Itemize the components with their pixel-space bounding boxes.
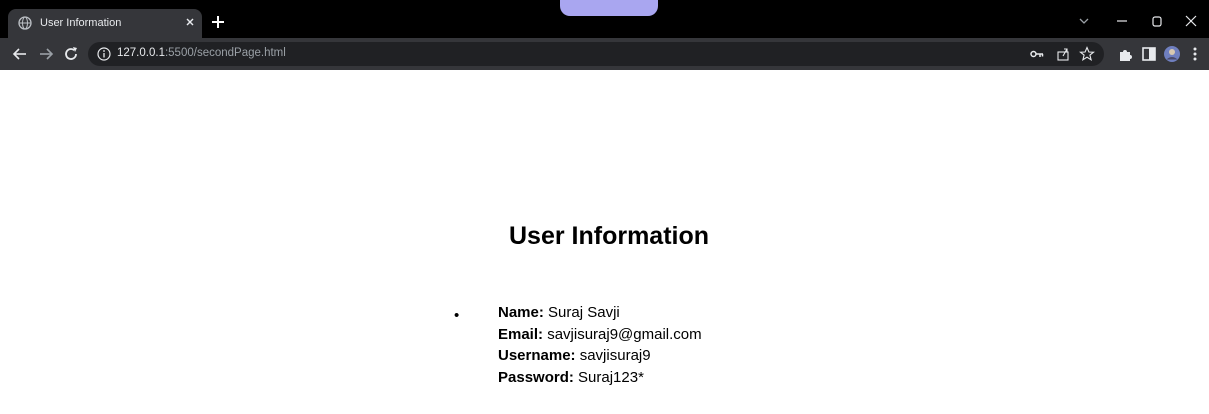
name-label: Name: [498,304,544,321]
url-path: :5500/secondPage.html [164,47,286,59]
extensions-puzzle-icon[interactable] [1115,44,1135,64]
share-icon[interactable] [1055,46,1071,62]
profile-avatar-icon[interactable] [1162,44,1182,64]
new-tab-icon[interactable] [208,12,228,32]
username-row: Username: savjisuraj9 [498,345,702,367]
key-icon[interactable] [1029,46,1045,62]
tab-title: User Information [40,17,122,29]
list-bullet: • [454,307,460,324]
bookmark-star-icon[interactable] [1079,46,1095,62]
tab-search-chevron-icon[interactable] [1074,11,1094,31]
url-text[interactable]: 127.0.0.1:5500/secondPage.html [117,47,286,59]
globe-icon [18,16,32,30]
email-value: savjisuraj9@gmail.com [547,325,702,343]
password-row: Password: Suraj123* [498,367,702,389]
site-info-icon[interactable] [96,46,112,62]
username-label: Username: [498,347,576,364]
minimize-icon[interactable] [1112,11,1132,31]
username-value: savjisuraj9 [579,347,651,364]
url-host: 127.0.0.1 [117,47,165,59]
browser-toolbar: 127.0.0.1:5500/secondPage.html [0,38,1209,70]
page-content: User Information • Name: Suraj Savji Ema… [0,70,1209,414]
side-panel-icon[interactable] [1139,44,1159,64]
close-window-icon[interactable] [1181,11,1201,31]
back-arrow-icon[interactable] [10,44,30,64]
menu-kebab-icon[interactable] [1185,44,1205,64]
browser-tab[interactable]: User Information [8,9,202,38]
forward-arrow-icon[interactable] [36,44,56,64]
window-drag-indicator [560,0,658,16]
reload-icon[interactable] [61,44,81,64]
restore-icon[interactable] [1147,11,1167,31]
name-row: Name: Suraj Savji [498,302,702,324]
email-row: Email: savjisuraj9@gmail.com [498,324,702,346]
password-label: Password: [498,368,574,386]
user-info-list: Name: Suraj Savji Email: savjisuraj9@gma… [498,302,702,388]
close-tab-icon[interactable] [182,14,198,30]
email-label: Email: [498,325,544,343]
page-title: User Information [508,222,710,250]
address-bar[interactable]: 127.0.0.1:5500/secondPage.html [88,42,1104,66]
tab-strip: User Information [0,0,1209,38]
name-value: Suraj Savji [548,304,620,321]
password-value: Suraj123* [578,368,644,386]
